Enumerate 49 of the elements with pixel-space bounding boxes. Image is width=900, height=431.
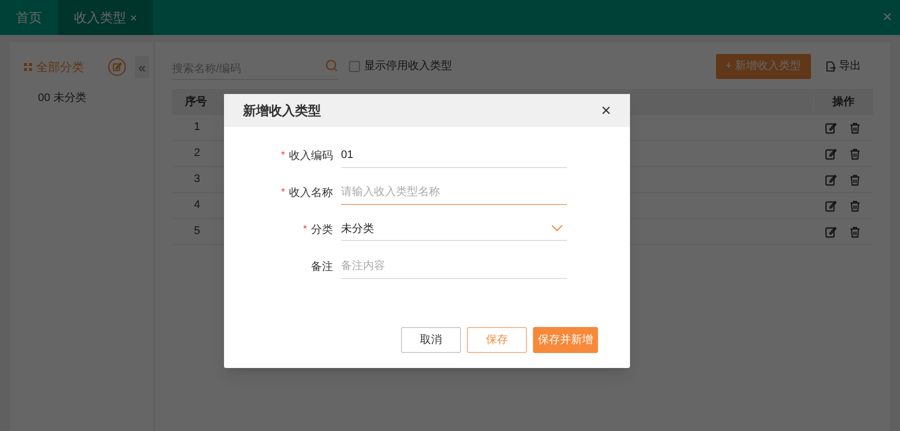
close-button[interactable]: × <box>601 102 611 119</box>
sidebar-title[interactable]: 全部分类 <box>36 58 84 76</box>
add-button[interactable]: + 新增收入类型 <box>716 54 811 78</box>
edit-icon[interactable] <box>825 122 837 134</box>
table-cell-text: 3 <box>193 172 202 188</box>
select-field[interactable]: 未分类 <box>341 217 567 241</box>
edit-icon[interactable] <box>825 148 837 160</box>
trash-icon[interactable] <box>849 226 861 238</box>
trash-icon[interactable] <box>849 148 861 160</box>
export-icon <box>825 60 836 72</box>
edit-icon[interactable] <box>825 174 837 186</box>
checkbox[interactable] <box>349 60 360 72</box>
dialog-button[interactable]: 保存 <box>467 327 527 353</box>
table-cell-text: 4 <box>193 198 202 214</box>
column-header: 序号 <box>184 94 208 110</box>
collapse-button[interactable]: « <box>135 56 149 78</box>
edit-icon[interactable] <box>825 200 837 212</box>
dialog-title: 新增收入类型 <box>243 102 321 120</box>
input-field[interactable]: 备注内容 <box>341 254 567 278</box>
trash-icon[interactable] <box>849 122 861 134</box>
export-button[interactable]: 导出 <box>825 58 861 74</box>
column-header: 操作 <box>813 94 873 110</box>
required-mark: * <box>281 186 285 200</box>
required-mark: * <box>303 223 307 238</box>
dialog-button[interactable]: 取消 <box>401 327 461 353</box>
tab[interactable]: 首页 <box>0 0 58 35</box>
field-label: 收入名称 <box>289 186 333 200</box>
category-item[interactable]: 00 未分类 <box>10 90 153 106</box>
trash-icon[interactable] <box>849 200 861 212</box>
field-label: 备注 <box>311 260 333 274</box>
input-field[interactable]: 请输入收入类型名称 <box>341 180 567 204</box>
tab[interactable]: 收入类型 × <box>58 0 154 35</box>
table-cell-text: 5 <box>193 224 202 240</box>
input-field[interactable]: 01 <box>341 144 567 168</box>
edit-icon[interactable] <box>108 58 126 76</box>
search-icon[interactable] <box>325 59 338 72</box>
field-label: 分类 <box>311 222 333 238</box>
edit-icon[interactable] <box>825 226 837 238</box>
close-button[interactable]: × <box>874 0 900 35</box>
table-cell-text: 1 <box>193 120 202 136</box>
chevron-down-icon[interactable] <box>551 224 563 232</box>
table-cell-text: 2 <box>193 146 202 162</box>
checkbox-label: 显示停用收入类型 <box>364 58 452 74</box>
trash-icon[interactable] <box>849 174 861 186</box>
dialog-button[interactable]: 保存并新增 <box>533 327 598 353</box>
grid-icon <box>24 63 32 71</box>
required-mark: * <box>281 149 285 164</box>
field-label: 收入编码 <box>289 148 333 164</box>
close-icon[interactable]: × <box>130 8 138 26</box>
